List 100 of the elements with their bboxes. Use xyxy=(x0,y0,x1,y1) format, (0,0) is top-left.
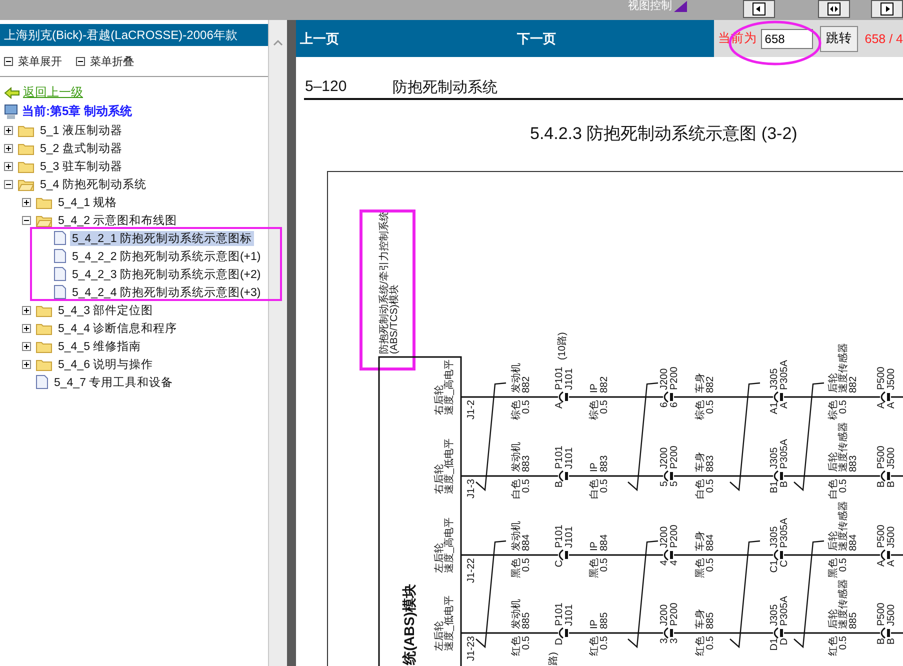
plus-icon[interactable] xyxy=(22,324,31,332)
plus-icon[interactable] xyxy=(22,306,31,314)
connector-label: J305 P305A xyxy=(768,438,790,469)
plus-icon[interactable] xyxy=(4,144,13,152)
page-input[interactable]: 658 xyxy=(760,28,813,48)
connector-icon xyxy=(664,549,673,561)
connector-label: P101 J101 xyxy=(554,366,574,390)
tree-item[interactable]: 5_1 液压制动器 xyxy=(38,122,124,138)
tree-item[interactable]: 5_4_4 诊断信息和程序 xyxy=(56,320,180,336)
connector-label: P500 J500 xyxy=(876,446,896,469)
connector-label: J200 P200 xyxy=(658,602,680,626)
connector-label: J200 P200 xyxy=(658,446,680,469)
wire-label: 车身 883 xyxy=(694,452,716,472)
minus-icon[interactable] xyxy=(22,216,31,224)
current-location: 当前:第5章 制动系统 xyxy=(22,103,132,120)
signal-label: 右后轮 速度_高电平 xyxy=(434,359,454,415)
wire-label: IP 883 xyxy=(588,455,610,472)
back-link[interactable]: 返回上一级 xyxy=(0,83,268,102)
minus-icon xyxy=(4,56,13,66)
tree-item[interactable]: 5_4_2_1 防抱死制动系统示意图标 xyxy=(70,230,254,246)
diagram-title: 5.4.2.3 防抱死制动系统示意图 (3-2) xyxy=(530,123,798,145)
wire-label: 白色 0.5 xyxy=(510,479,532,499)
section-heading: 防抱死制动系统 xyxy=(392,78,498,98)
tree-item[interactable]: 5_4_3 部件定位图 xyxy=(56,302,156,318)
connector-label: J200 P200 xyxy=(658,524,680,548)
connector-icon xyxy=(774,391,783,403)
wire-break-icon xyxy=(476,540,506,648)
tree-item[interactable]: 5_4_2_4 防抱死制动系统示意图(+3) xyxy=(70,284,263,300)
folder-icon xyxy=(36,340,52,352)
connector-label: J305 P305A xyxy=(768,596,790,626)
menu-action-link[interactable]: 菜单折叠 xyxy=(76,54,134,68)
connector-icon xyxy=(880,470,890,482)
left-arrow-icon xyxy=(4,86,20,98)
plus-icon[interactable] xyxy=(22,342,31,350)
connector-label: P500 J500 xyxy=(876,524,896,548)
open-folder-icon xyxy=(18,178,34,190)
plus-icon[interactable] xyxy=(4,126,13,134)
document-icon xyxy=(54,285,66,299)
wire-label: 发动机 882 xyxy=(510,363,532,393)
folder-icon xyxy=(36,322,52,334)
tree-item[interactable]: 5_4_1 规格 xyxy=(56,194,120,210)
view-button[interactable] xyxy=(742,0,775,18)
plus-icon[interactable] xyxy=(22,198,31,206)
folder-icon xyxy=(36,304,52,316)
wire-label: 黑色 0.5 xyxy=(694,558,716,578)
pin-label: 4 4 xyxy=(658,560,680,566)
tree-item[interactable]: 5_4_5 维修指南 xyxy=(56,338,144,354)
tree-item[interactable]: 5_4_7 专用工具和设备 xyxy=(52,374,176,390)
tree-item[interactable]: 5_3 驻车制动器 xyxy=(38,158,124,174)
tree-item[interactable]: 5_4_2 示意图和布线图 xyxy=(56,212,180,228)
pin-label: J1-3 xyxy=(466,479,476,498)
wire-label: 棕色 0.5 xyxy=(694,400,716,420)
wire-label: 车身 885 xyxy=(694,609,716,629)
pin-label: J1-2 xyxy=(466,400,476,420)
signal-label: 右后轮 速度_低电平 xyxy=(434,438,454,494)
jump-button[interactable]: 跳转 xyxy=(820,26,858,52)
page-count: 658 / 4 xyxy=(864,32,903,46)
view-button[interactable] xyxy=(818,0,850,18)
signal-label: 左后轮 速度_高电平 xyxy=(434,517,454,573)
connector-icon xyxy=(664,627,673,639)
tree-item[interactable]: 5_4 防抱死制动系统 xyxy=(38,176,148,192)
open-folder-icon xyxy=(36,214,52,226)
wire-label: 发动机 884 xyxy=(510,521,532,551)
next-page-link[interactable]: 下一页 xyxy=(517,30,556,48)
sidebar-title: 上海别克(Bick)-君越(LaCROSSE)-2006年款 xyxy=(0,24,268,46)
wire-label: 路) xyxy=(548,652,558,666)
wire-label: 棕色 0.5 xyxy=(828,400,848,420)
connector-icon xyxy=(880,549,890,561)
minus-icon[interactable] xyxy=(4,180,13,188)
connector-label: J200 P200 xyxy=(658,366,680,390)
connector-icon xyxy=(664,391,673,403)
tree-item[interactable]: 5_4_2_2 防抱死制动系统示意图(+1) xyxy=(70,248,263,264)
triangle-icon xyxy=(674,0,687,12)
prev-page-link[interactable]: 上一页 xyxy=(300,30,339,48)
pin-label: J1-23 xyxy=(466,636,476,662)
pin-label: B xyxy=(554,481,564,488)
connector-label: P101 J101 xyxy=(554,524,574,548)
signal-label: 左后轮 速度_低电平 xyxy=(434,595,454,651)
pin-label: 5 5 xyxy=(658,481,680,487)
tree-item[interactable]: 5_2 盘式制动器 xyxy=(38,140,124,156)
wire-label: 棕色 0.5 xyxy=(588,400,610,420)
connector-label: P101 J101 xyxy=(554,446,574,469)
wire-label: 红色 0.5 xyxy=(828,636,848,656)
connector-icon xyxy=(774,470,783,482)
plus-icon[interactable] xyxy=(4,162,13,170)
view-button[interactable] xyxy=(870,0,903,18)
wire-label: 黑色 0.5 xyxy=(828,558,848,578)
pin-label: A A xyxy=(876,402,896,409)
plus-icon[interactable] xyxy=(22,360,31,368)
connector-label: P500 J500 xyxy=(876,602,896,626)
tree-item[interactable]: 5_4_2_3 防抱死制动系统示意图(+2) xyxy=(70,266,263,282)
connector-icon xyxy=(880,627,890,639)
wire-break-icon xyxy=(628,382,658,492)
document-icon xyxy=(54,267,66,281)
pin-label: A xyxy=(554,402,564,409)
tree-item[interactable]: 5_4_6 说明与操作 xyxy=(56,356,156,372)
menu-action-link[interactable]: 菜单展开 xyxy=(4,54,62,68)
wire-label: 红色 0.5 xyxy=(694,636,716,656)
pin-label: 6 6 xyxy=(658,402,680,408)
document-icon xyxy=(36,375,48,389)
